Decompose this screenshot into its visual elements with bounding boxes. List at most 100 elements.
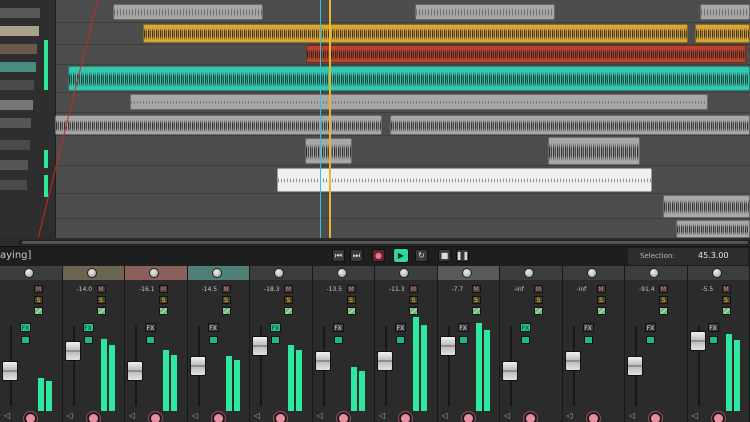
pan-knob[interactable] — [524, 268, 534, 278]
mute-button[interactable]: M — [471, 285, 481, 293]
solo-button[interactable]: S — [534, 296, 543, 304]
fx-button[interactable]: FX — [582, 323, 594, 332]
fx-button[interactable]: FX — [270, 323, 281, 332]
pan-knob[interactable] — [24, 268, 34, 278]
volume-fader[interactable] — [689, 331, 706, 351]
mute-button[interactable]: M — [346, 285, 356, 293]
pause-button[interactable]: ❚❚ — [456, 249, 469, 262]
track-header[interactable] — [0, 180, 27, 190]
fx-button[interactable]: FX — [457, 323, 469, 332]
record-button[interactable]: ● — [372, 249, 385, 262]
mute-button[interactable]: M — [34, 285, 43, 293]
volume-fader[interactable] — [377, 351, 393, 371]
loop-button[interactable]: ↻ — [415, 249, 428, 262]
record-arm-button[interactable] — [336, 412, 350, 422]
volume-fader[interactable] — [64, 341, 81, 361]
io-button[interactable] — [396, 336, 405, 344]
track-header[interactable] — [0, 44, 37, 54]
fx-button[interactable]: FX — [645, 323, 656, 332]
pan-knob[interactable] — [461, 268, 472, 278]
media-item[interactable] — [415, 4, 555, 20]
io-button[interactable] — [333, 336, 343, 344]
solo-button[interactable]: S — [221, 296, 231, 304]
solo-button[interactable]: S — [284, 296, 293, 304]
record-arm-button[interactable] — [211, 412, 225, 422]
record-arm-button[interactable] — [586, 412, 600, 422]
pan-knob[interactable] — [211, 268, 222, 278]
track-header[interactable] — [0, 62, 36, 72]
solo-button[interactable]: S — [346, 296, 356, 304]
track-header[interactable] — [0, 140, 30, 150]
fx-button[interactable]: FX — [207, 323, 219, 332]
pan-knob[interactable] — [711, 268, 722, 278]
edit-cursor[interactable] — [320, 0, 321, 238]
mute-button[interactable]: M — [96, 285, 106, 293]
scrollbar-thumb[interactable] — [22, 241, 748, 244]
volume-fader[interactable] — [627, 356, 643, 376]
media-item[interactable] — [55, 115, 382, 135]
io-button[interactable] — [271, 336, 280, 344]
io-button[interactable] — [521, 336, 530, 344]
phase-toggle[interactable] — [34, 307, 43, 315]
phase-toggle[interactable] — [659, 307, 668, 315]
media-item[interactable] — [277, 168, 652, 192]
mute-button[interactable]: M — [221, 285, 231, 293]
solo-button[interactable]: S — [34, 296, 43, 304]
volume-fader[interactable] — [314, 351, 331, 371]
pan-knob[interactable] — [86, 268, 97, 278]
io-button[interactable] — [583, 336, 593, 344]
io-button[interactable] — [21, 336, 30, 344]
media-item[interactable] — [676, 220, 750, 238]
pan-knob[interactable] — [336, 268, 347, 278]
solo-button[interactable]: S — [96, 296, 106, 304]
track-header[interactable] — [0, 100, 33, 110]
record-arm-button[interactable] — [399, 412, 412, 422]
pan-knob[interactable] — [274, 268, 284, 278]
fx-button[interactable]: FX — [520, 323, 531, 332]
mute-button[interactable]: M — [596, 285, 606, 293]
fx-button[interactable]: FX — [707, 323, 719, 332]
solo-button[interactable]: S — [409, 296, 418, 304]
phase-toggle[interactable] — [159, 307, 168, 315]
fx-button[interactable]: FX — [20, 323, 31, 332]
phase-toggle[interactable] — [471, 307, 481, 315]
record-arm-button[interactable] — [86, 412, 100, 422]
record-arm-button[interactable] — [24, 412, 37, 422]
fx-button[interactable]: FX — [332, 323, 344, 332]
fx-button[interactable]: FX — [145, 323, 156, 332]
phase-toggle[interactable] — [96, 307, 106, 315]
phase-toggle[interactable] — [346, 307, 356, 315]
media-item[interactable] — [700, 4, 750, 20]
io-button[interactable] — [646, 336, 655, 344]
solo-button[interactable]: S — [159, 296, 168, 304]
media-item[interactable] — [68, 66, 750, 91]
phase-toggle[interactable] — [721, 307, 731, 315]
track-header[interactable] — [0, 8, 40, 18]
skip-forward-button[interactable]: ⏭ — [350, 249, 363, 262]
phase-toggle[interactable] — [284, 307, 293, 315]
media-item[interactable] — [113, 4, 263, 20]
record-arm-button[interactable] — [149, 412, 162, 422]
record-arm-button[interactable] — [711, 412, 725, 422]
record-arm-button[interactable] — [274, 412, 287, 422]
mute-button[interactable]: M — [721, 285, 731, 293]
volume-fader[interactable] — [439, 336, 456, 356]
phase-toggle[interactable] — [409, 307, 418, 315]
selection-display[interactable]: Selection: 45.3.00 — [628, 248, 748, 265]
volume-fader[interactable] — [2, 361, 18, 381]
solo-button[interactable]: S — [659, 296, 668, 304]
stop-button[interactable]: ■ — [438, 249, 451, 262]
io-button[interactable] — [458, 336, 468, 344]
volume-fader[interactable] — [252, 336, 268, 356]
track-header[interactable] — [0, 80, 34, 90]
phase-toggle[interactable] — [221, 307, 231, 315]
volume-fader[interactable] — [189, 356, 206, 376]
track-control-panel[interactable] — [0, 0, 56, 238]
pan-knob[interactable] — [399, 268, 409, 278]
mute-button[interactable]: M — [409, 285, 418, 293]
pan-knob[interactable] — [649, 268, 659, 278]
mute-button[interactable]: M — [159, 285, 168, 293]
media-item[interactable] — [695, 24, 750, 43]
skip-back-button[interactable]: ⏮ — [332, 249, 345, 262]
volume-fader[interactable] — [502, 361, 518, 381]
